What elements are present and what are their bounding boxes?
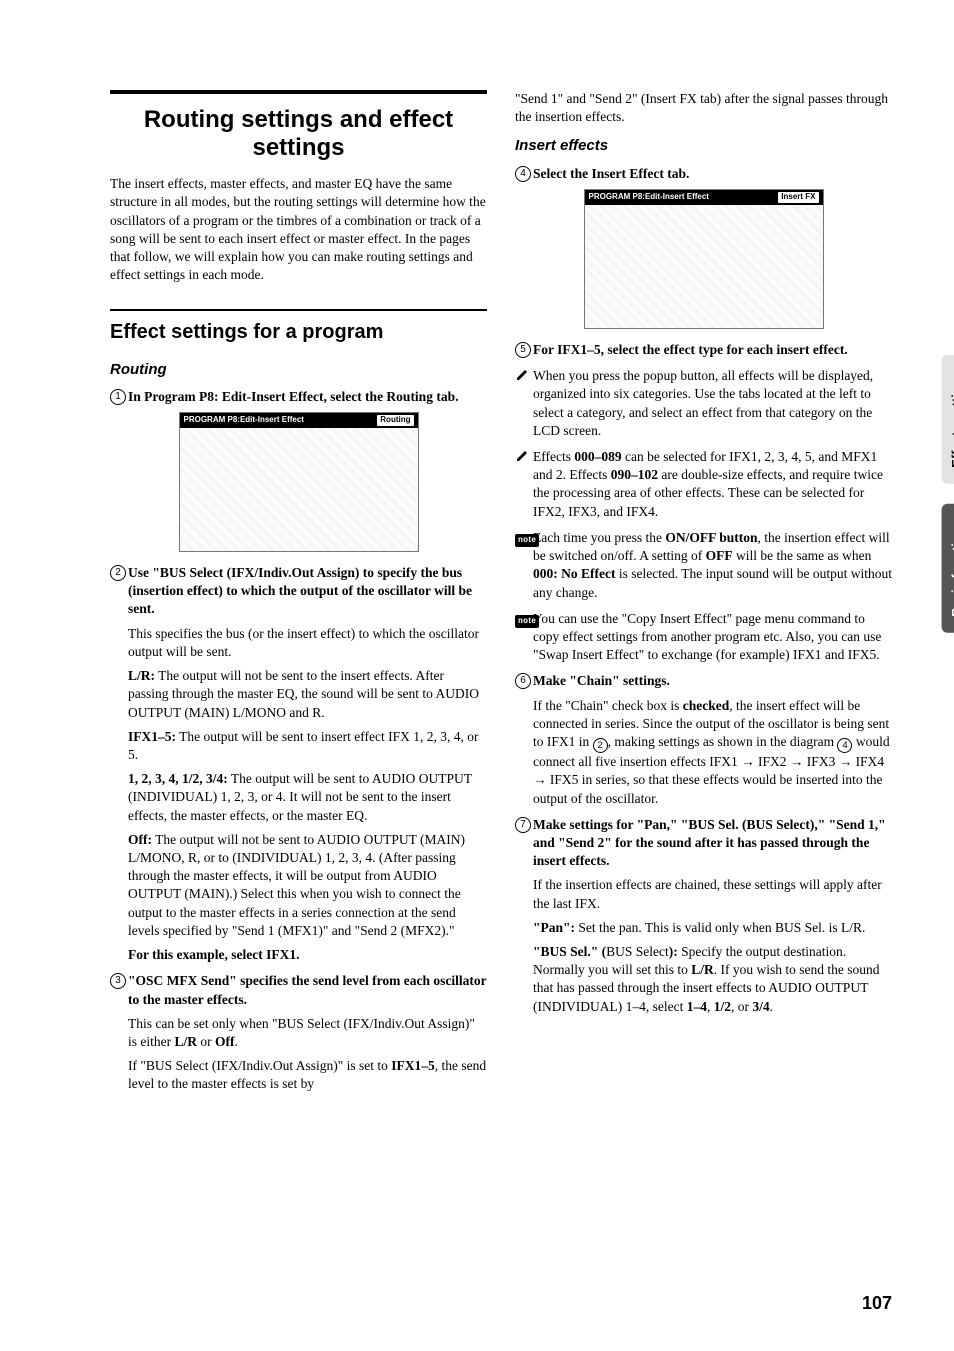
step-6-body: If the "Chain" check box is checked, the… — [533, 697, 892, 808]
step-6: 6 Make "Chain" settings. — [515, 672, 892, 690]
note-2: note You can use the "Copy Insert Effect… — [515, 610, 892, 665]
step-2: 2 Use "BUS Select (IFX/Indiv.Out Assign)… — [110, 564, 487, 619]
pencil-icon — [515, 449, 529, 463]
section-heading: Effect settings for a program — [110, 319, 487, 346]
step-4-text: Select the Insert Effect tab. — [533, 166, 689, 181]
step-6-text: Make "Chain" settings. — [533, 673, 670, 688]
step-1: 1 In Program P8: Edit-Insert Effect, sel… — [110, 388, 487, 406]
ifx15-line: IFX1–5: The output will be sent to inser… — [128, 728, 487, 764]
figure-routing: PROGRAM P8:Edit-Insert Effect Routing — [179, 412, 419, 552]
side-tabs: Effects settings Basic functions — [933, 355, 954, 633]
note-1: note Each time you press the ON/OFF butt… — [515, 529, 892, 602]
page-number: 107 — [862, 1291, 892, 1315]
step-6-para: If the "Chain" check box is checked, the… — [533, 697, 892, 808]
routing-heading: Routing — [110, 360, 487, 380]
figure-routing-title: PROGRAM P8:Edit-Insert Effect — [184, 415, 304, 426]
step-4-number: 4 — [515, 166, 531, 182]
nums-line: 1, 2, 3, 4, 1/2, 3/4: The output will be… — [128, 770, 487, 825]
step-7-bus: "BUS Sel." (BUS Select): Specify the out… — [533, 943, 892, 1016]
note-icon: note — [515, 530, 539, 548]
step-7-body: If the insertion effects are chained, th… — [533, 876, 892, 1016]
inline-ref-4: 4 — [837, 738, 852, 753]
figure-insert-fx: PROGRAM P8:Edit-Insert Effect Insert FX — [584, 189, 824, 329]
insert-effects-heading: Insert effects — [515, 136, 892, 156]
lr-line: L/R: The output will not be sent to the … — [128, 667, 487, 722]
step-3: 3 "OSC MFX Send" specifies the send leve… — [110, 972, 487, 1008]
pencil-note-1-text: When you press the popup button, all eff… — [533, 368, 873, 438]
left-column: Routing settings and effect settings The… — [110, 90, 487, 1100]
step-3-text: "OSC MFX Send" specifies the send level … — [128, 973, 486, 1006]
section-rule — [110, 309, 487, 311]
step-7-p1: If the insertion effects are chained, th… — [533, 876, 892, 912]
pencil-note-2: Effects 000–089 can be selected for IFX1… — [515, 448, 892, 521]
note-2-text: You can use the "Copy Insert Effect" pag… — [533, 611, 881, 662]
pencil-icon — [515, 368, 529, 382]
step-7-number: 7 — [515, 817, 531, 833]
side-tab-basic-functions: Basic functions — [942, 504, 954, 633]
step-5-number: 5 — [515, 342, 531, 358]
right-column: "Send 1" and "Send 2" (Insert FX tab) af… — [515, 90, 892, 1100]
step-2-number: 2 — [110, 565, 126, 581]
step-3-p1: This can be set only when "BUS Select (I… — [128, 1015, 487, 1051]
pencil-note-1: When you press the popup button, all eff… — [515, 367, 892, 440]
step-5-text: For IFX1–5, select the effect type for e… — [533, 342, 848, 357]
title-rule-top — [110, 90, 487, 94]
step-5: 5 For IFX1–5, select the effect type for… — [515, 341, 892, 359]
step-4: 4 Select the Insert Effect tab. — [515, 165, 892, 183]
inline-ref-2: 2 — [593, 738, 608, 753]
step-2-body: This specifies the bus (or the insert ef… — [128, 625, 487, 965]
step-7-pan: "Pan": Set the pan. This is valid only w… — [533, 919, 892, 937]
right-continuation: "Send 1" and "Send 2" (Insert FX tab) af… — [515, 90, 892, 126]
step-7-text: Make settings for "Pan," "BUS Sel. (BUS … — [533, 817, 886, 868]
pencil-note-2-text: Effects 000–089 can be selected for IFX1… — [533, 449, 883, 519]
step-2-text: Use "BUS Select (IFX/Indiv.Out Assign) t… — [128, 565, 472, 616]
example-line: For this example, select IFX1. — [128, 946, 487, 964]
step-3-body: This can be set only when "BUS Select (I… — [128, 1015, 487, 1094]
step-1-text: In Program P8: Edit-Insert Effect, selec… — [128, 389, 458, 404]
figure-insert-title: PROGRAM P8:Edit-Insert Effect — [589, 192, 709, 203]
step-3-p2: If "BUS Select (IFX/Indiv.Out Assign)" i… — [128, 1057, 487, 1093]
step-1-number: 1 — [110, 389, 126, 405]
note-icon: note — [515, 611, 539, 629]
off-line: Off: The output will not be sent to AUDI… — [128, 831, 487, 940]
step-6-number: 6 — [515, 673, 531, 689]
figure-routing-tab: Routing — [377, 415, 413, 426]
step-2-desc: This specifies the bus (or the insert ef… — [128, 625, 487, 661]
side-tab-effects-settings: Effects settings — [942, 355, 954, 484]
intro-paragraph: The insert effects, master effects, and … — [110, 175, 487, 284]
step-3-number: 3 — [110, 973, 126, 989]
step-7: 7 Make settings for "Pan," "BUS Sel. (BU… — [515, 816, 892, 871]
page-title: Routing settings and effect settings — [110, 106, 487, 161]
figure-insert-tab: Insert FX — [778, 192, 818, 203]
note-1-text: Each time you press the ON/OFF button, t… — [533, 530, 892, 600]
